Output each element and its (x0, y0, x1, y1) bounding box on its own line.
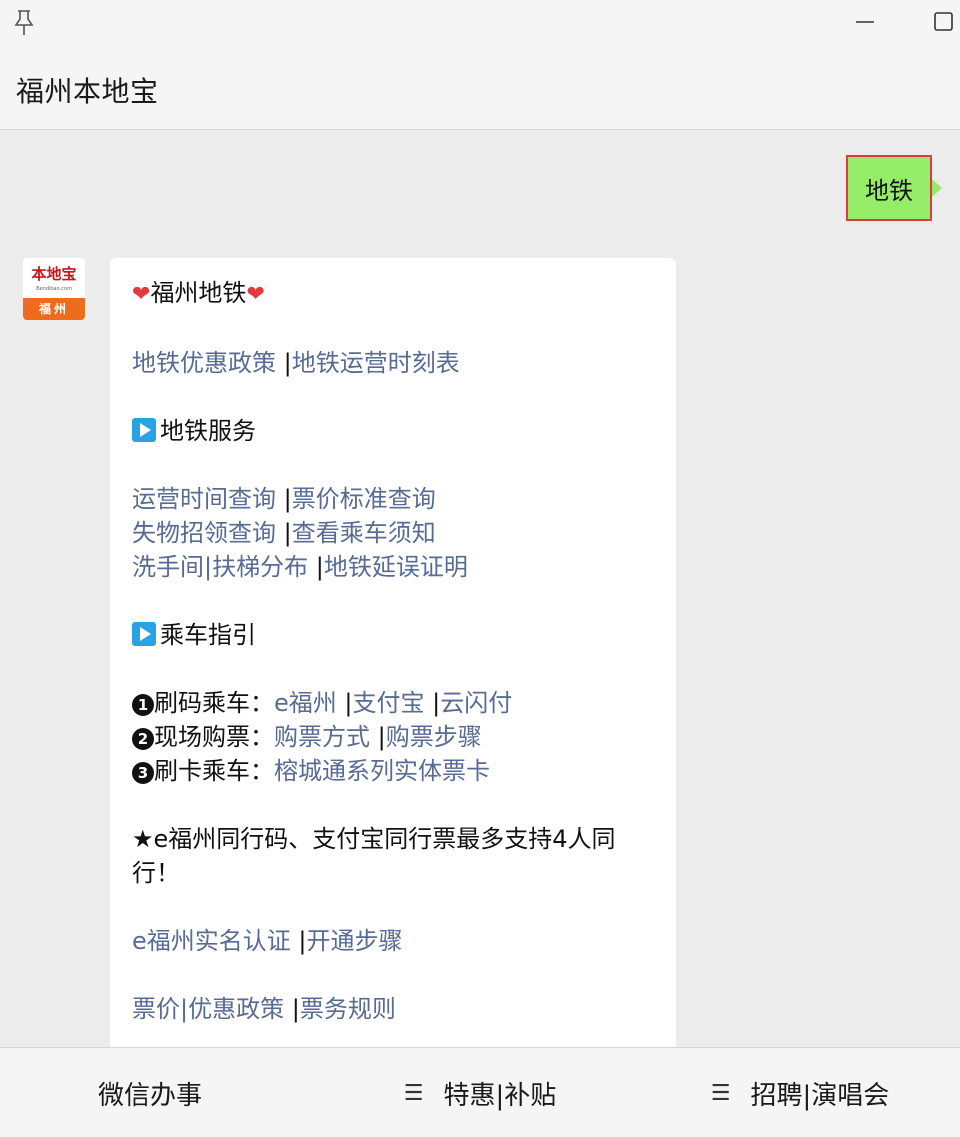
link-fares[interactable]: 票价 (132, 995, 180, 1023)
link-row: 失物招领查询 |查看乘车须知 (132, 516, 654, 550)
link-restrooms[interactable]: 洗手间 (132, 553, 204, 581)
link-row: 地铁优惠政策 |地铁运营时刻表 (132, 346, 654, 380)
link-separator: | (204, 553, 213, 581)
bot-avatar[interactable]: 本地宝 Bendibao.com 福州 (23, 258, 85, 320)
menu-item-jobs-concerts[interactable]: ☰ 招聘|演唱会 (650, 1048, 950, 1137)
section-heading-subway-service: 地铁服务 (132, 414, 654, 448)
link-activation-steps[interactable]: 开通步骤 (307, 927, 403, 955)
link-rongcheng-card[interactable]: 榕城通系列实体票卡 (274, 757, 490, 785)
avatar-sub-text: Bendibao.com (36, 286, 72, 292)
heart-icon: ❤ (246, 282, 265, 307)
guide-label: 现场购票： (154, 723, 274, 751)
minimize-icon[interactable] (853, 10, 877, 34)
link-subway-timetable[interactable]: 地铁运营时刻表 (292, 349, 460, 377)
link-alipay[interactable]: 支付宝 (353, 689, 433, 717)
number-1-icon: 1 (132, 694, 154, 716)
link-separator: | (298, 927, 307, 955)
link-separator: | (315, 553, 324, 581)
link-e-fuzhou-verification[interactable]: e福州实名认证 (132, 927, 298, 955)
link-escalators[interactable]: 扶梯分布 (212, 553, 316, 581)
message-title-line: ❤福州地铁❤ (132, 276, 654, 312)
note-text: ★e福州同行码、支付宝同行票最多支持4人同行！ (132, 825, 616, 887)
menu-list-icon: ☰ (403, 1080, 424, 1106)
number-2-icon: 2 (132, 728, 154, 750)
link-ticket-purchase-methods[interactable]: 购票方式 (274, 723, 378, 751)
section-heading-riding-guide: 乘车指引 (132, 618, 654, 652)
link-separator: | (180, 995, 189, 1023)
link-row: e福州实名认证 |开通步骤 (132, 924, 654, 958)
link-separator: | (283, 485, 292, 513)
pin-icon[interactable] (12, 8, 36, 36)
play-icon (132, 622, 156, 646)
link-discount-policy[interactable]: 优惠政策 (188, 995, 292, 1023)
section-title: 乘车指引 (160, 621, 256, 649)
avatar-city-label: 福州 (23, 298, 85, 320)
maximize-icon[interactable] (932, 10, 956, 34)
message-title: 福州地铁 (150, 279, 247, 307)
link-separator: | (344, 689, 353, 717)
link-subway-discount-policy[interactable]: 地铁优惠政策 (132, 349, 284, 377)
avatar-logo-area: 本地宝 Bendibao.com (23, 258, 85, 298)
bot-message-bubble: ❤福州地铁❤ 地铁优惠政策 |地铁运营时刻表 地铁服务 运营时间查询 |票价标准… (110, 258, 676, 1047)
guide-row: 3 刷卡乘车：榕城通系列实体票卡 (132, 754, 654, 788)
my-message-bubble[interactable]: 地铁 (846, 155, 932, 221)
guide-label: 刷码乘车： (154, 689, 274, 717)
my-message-text: 地铁 (865, 176, 913, 205)
number-3-icon: 3 (132, 762, 154, 784)
menu-item-wechat-services[interactable]: 微信办事 (0, 1048, 300, 1137)
link-riding-rules[interactable]: 查看乘车须知 (292, 519, 436, 547)
link-operating-hours[interactable]: 运营时间查询 (132, 485, 284, 513)
link-ticket-purchase-steps[interactable]: 购票步骤 (386, 723, 482, 751)
guide-label: 刷卡乘车： (154, 757, 274, 785)
link-row: 洗手间|扶梯分布 |地铁延误证明 (132, 550, 654, 584)
chat-message-area[interactable]: 地铁 本地宝 Bendibao.com 福州 ❤福州地铁❤ 地铁优惠政策 |地铁… (0, 131, 960, 1047)
link-e-fuzhou[interactable]: e福州 (274, 689, 344, 717)
link-separator: | (377, 723, 386, 751)
link-unionpay-quickpass[interactable]: 云闪付 (440, 689, 512, 717)
menu-item-label: 特惠|补贴 (443, 1080, 557, 1111)
chat-title: 福州本地宝 (16, 75, 159, 108)
play-icon (132, 418, 156, 442)
menu-item-discounts-subsidies[interactable]: ☰ 特惠|补贴 (340, 1048, 620, 1137)
my-bubble-tail (932, 179, 942, 197)
link-lost-and-found[interactable]: 失物招领查询 (132, 519, 284, 547)
link-separator: | (291, 995, 300, 1023)
link-row: 运营时间查询 |票价标准查询 (132, 482, 654, 516)
link-delay-certificate[interactable]: 地铁延误证明 (324, 553, 468, 581)
menu-item-label: 微信办事 (97, 1080, 202, 1111)
link-fare-standard[interactable]: 票价标准查询 (292, 485, 436, 513)
link-ticketing-rules[interactable]: 票务规则 (300, 995, 396, 1023)
link-separator: | (283, 349, 292, 377)
section-title: 地铁服务 (160, 417, 256, 445)
menu-list-icon: ☰ (710, 1080, 731, 1106)
link-separator: | (283, 519, 292, 547)
avatar-logo-text: 本地宝 (31, 265, 77, 283)
guide-row: 1 刷码乘车：e福州 |支付宝 |云闪付 (132, 686, 654, 720)
heart-icon: ❤ (132, 282, 151, 307)
bottom-menu-bar: 微信办事 ☰ 特惠|补贴 ☰ 招聘|演唱会 (0, 1047, 960, 1137)
window-titlebar: 福州本地宝 (0, 0, 960, 130)
link-row: 票价|优惠政策 |票务规则 (132, 992, 654, 1026)
guide-row: 2 现场购票：购票方式 |购票步骤 (132, 720, 654, 754)
menu-item-label: 招聘|演唱会 (750, 1080, 890, 1111)
